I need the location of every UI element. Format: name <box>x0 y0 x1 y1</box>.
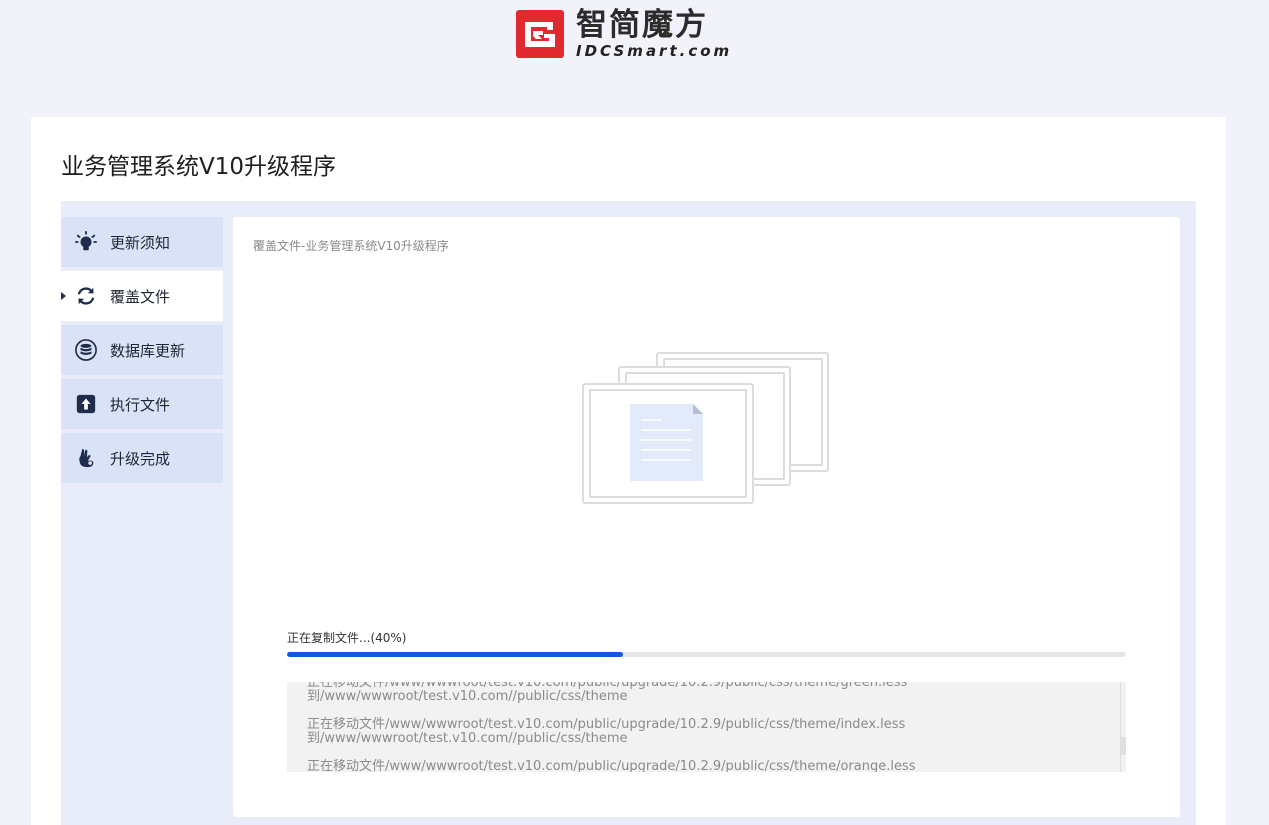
sidebar: 更新须知 覆盖文件 数据库更新 执行文件 升级完成 <box>61 217 223 487</box>
log-panel[interactable]: 正在移动文件/www/wwwroot/test.v10.com/public/u… <box>287 682 1126 772</box>
progress-label: 正在复制文件...(40%) <box>287 631 407 645</box>
sidebar-item-label: 覆盖文件 <box>110 287 171 306</box>
sidebar-item-database-update[interactable]: 数据库更新 <box>61 325 223 375</box>
sidebar-item-overwrite-files[interactable]: 覆盖文件 <box>61 271 223 321</box>
sidebar-item-label: 更新须知 <box>110 233 171 252</box>
ok-hand-icon <box>75 447 97 469</box>
logo-chinese-text: 智简魔方 <box>576 6 708 43</box>
progress-bar <box>287 652 1126 657</box>
main-card: 业务管理系统V10升级程序 更新须知 覆盖文件 数据库更新 执行文件 升级完成 … <box>31 117 1226 825</box>
log-entry-source: 正在移动文件/www/wwwroot/test.v10.com/public/u… <box>307 717 906 732</box>
log-entry: 正在移动文件/www/wwwroot/test.v10.com/public/u… <box>307 759 1107 773</box>
page-title: 业务管理系统V10升级程序 <box>61 154 337 180</box>
lightbulb-icon <box>75 231 97 253</box>
active-arrow-icon <box>61 292 66 300</box>
sidebar-item-execute-files[interactable]: 执行文件 <box>61 379 223 429</box>
refresh-icon <box>75 285 97 307</box>
breadcrumb: 覆盖文件-业务管理系统V10升级程序 <box>253 239 449 253</box>
log-scrollbar-thumb[interactable] <box>1120 737 1126 755</box>
logo: 智简魔方 IDCSmart.com <box>516 6 733 60</box>
upload-icon <box>75 393 97 415</box>
log-entry-target: 到/www/wwwroot/test.v10.com//public/css/t… <box>307 689 628 704</box>
wizard-panel: 更新须知 覆盖文件 数据库更新 执行文件 升级完成 覆盖文件-业务管理系统V10… <box>61 201 1196 825</box>
progress-fill <box>287 652 623 657</box>
sidebar-item-label: 执行文件 <box>110 395 171 414</box>
sidebar-item-label: 升级完成 <box>110 449 171 468</box>
logo-english-text: IDCSmart.com <box>576 41 733 60</box>
log-entry-source: 正在移动文件/www/wwwroot/test.v10.com/public/u… <box>307 759 916 773</box>
content-pane: 覆盖文件-业务管理系统V10升级程序 正在复制文件...(40%) 正在移动文件… <box>233 217 1180 817</box>
log-entry-target: 到/www/wwwroot/test.v10.com//public/css/t… <box>307 731 628 746</box>
log-entry: 正在移动文件/www/wwwroot/test.v10.com/public/u… <box>307 682 1107 704</box>
log-list: 正在移动文件/www/wwwroot/test.v10.com/public/u… <box>307 682 1107 772</box>
sidebar-item-upgrade-complete[interactable]: 升级完成 <box>61 433 223 483</box>
log-scrollbar[interactable] <box>1120 682 1126 772</box>
log-entry: 正在移动文件/www/wwwroot/test.v10.com/public/u… <box>307 718 1107 746</box>
logo-mark-icon <box>516 10 564 58</box>
documents-stack-icon <box>582 352 829 504</box>
sidebar-item-label: 数据库更新 <box>110 341 186 360</box>
database-icon <box>75 339 97 361</box>
sidebar-item-update-notice[interactable]: 更新须知 <box>61 217 223 267</box>
